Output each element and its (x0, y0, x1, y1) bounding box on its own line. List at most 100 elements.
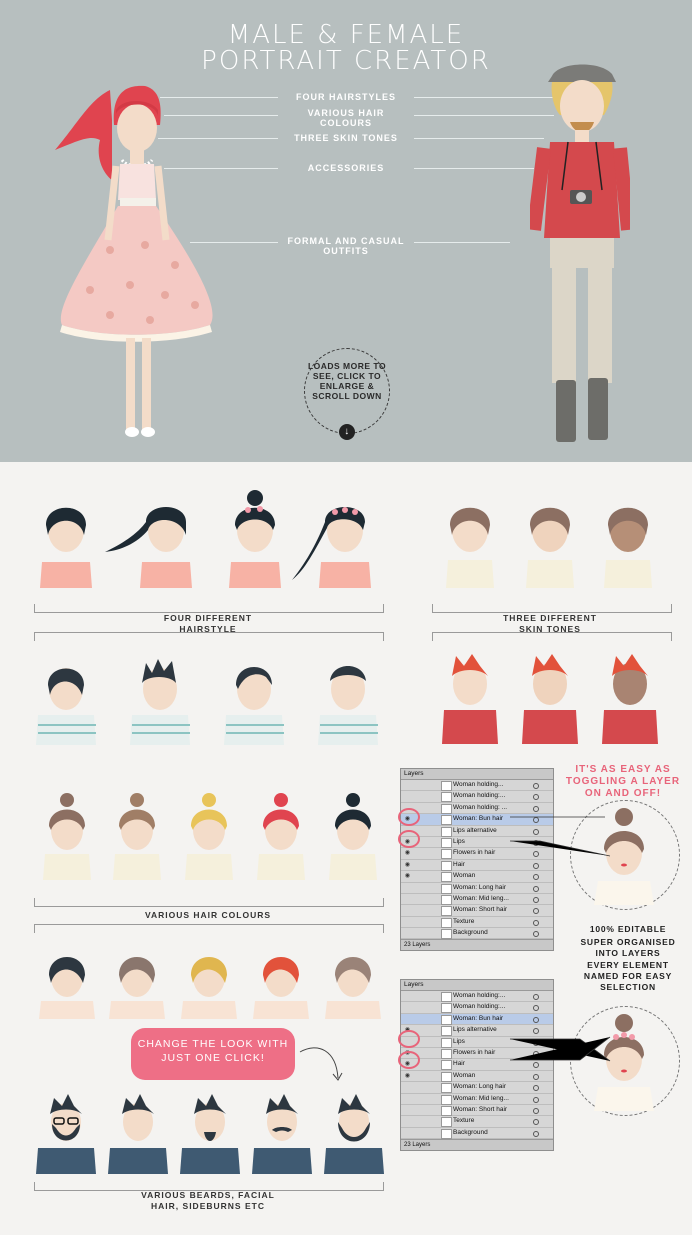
target-circle-icon[interactable] (533, 1005, 539, 1012)
layer-row[interactable]: Woman holding:... (401, 1002, 553, 1014)
layer-name: Flowers in hair (453, 849, 496, 857)
layer-thumbnail (441, 781, 452, 791)
highlight-ring (398, 1051, 420, 1069)
target-circle-icon[interactable] (533, 919, 539, 926)
layer-name: Woman (453, 1071, 476, 1079)
target-circle-icon[interactable] (533, 896, 539, 903)
visibility-eye-icon[interactable]: ◉ (403, 871, 412, 881)
layer-row[interactable]: Texture (401, 1116, 553, 1128)
visibility-eye-icon[interactable]: ◉ (403, 860, 412, 870)
layer-thumbnail (441, 883, 452, 894)
layer-thumbnail (441, 1014, 452, 1025)
layer-thumbnail (441, 1105, 452, 1116)
layer-name: Lips alternative (453, 1026, 497, 1034)
layer-row[interactable]: Woman: Short hair (401, 1105, 553, 1117)
scroll-down-icon[interactable]: ↓ (339, 424, 355, 440)
layers-panel-title: Layers (401, 980, 553, 991)
female-figure-illustration (55, 85, 213, 437)
layers-panel-2[interactable]: Layers Woman holding:... Woman holding:..… (400, 979, 554, 1152)
target-circle-icon[interactable] (533, 1085, 539, 1092)
layer-name: Texture (453, 917, 475, 925)
layer-name: Woman: Long hair (453, 1083, 506, 1091)
target-circle-icon[interactable] (533, 994, 539, 1000)
callout-line (414, 242, 510, 243)
note-organised: SUPER ORGANISED INTO LAYERS (580, 937, 676, 958)
loads-more-text: LOADS MORE TO SEE, CLICK TO ENLARGE & SC… (307, 361, 387, 401)
target-circle-icon[interactable] (533, 1073, 539, 1080)
target-circle-icon[interactable] (533, 885, 539, 892)
target-circle-icon[interactable] (533, 908, 539, 915)
layer-thumbnail (441, 803, 452, 814)
callout-hair-colours: VARIOUS HAIR COLOURS (307, 108, 385, 128)
layer-row[interactable]: Woman: Long hair (401, 1082, 553, 1094)
male-skin-tone-row (442, 654, 658, 744)
layer-row[interactable]: Background (401, 1128, 553, 1140)
layer-name: Woman holding:... (453, 792, 506, 800)
layer-thumbnail (441, 792, 452, 803)
label-beards: VARIOUS BEARDS, FACIAL HAIR, SIDEBURNS E… (141, 1190, 275, 1211)
target-circle-icon[interactable] (533, 1096, 539, 1103)
layer-row[interactable]: Woman holding... (401, 780, 553, 792)
layer-thumbnail (441, 1003, 452, 1014)
loads-more-badge[interactable]: LOADS MORE TO SEE, CLICK TO ENLARGE & SC… (304, 348, 390, 440)
layer-name: Texture (453, 1117, 475, 1125)
target-circle-icon[interactable] (533, 862, 539, 869)
layer-thumbnail (441, 894, 452, 905)
male-hairstyle-row (36, 659, 378, 745)
target-circle-icon[interactable] (533, 1130, 539, 1137)
bracket-divider (34, 924, 384, 933)
target-circle-icon[interactable] (533, 931, 539, 938)
target-circle-icon[interactable] (533, 1028, 539, 1035)
layer-name: Woman: Mid leng... (453, 1094, 509, 1102)
hair-colour-variants-row (43, 793, 377, 880)
target-circle-icon[interactable] (533, 794, 539, 801)
visibility-eye-icon[interactable]: ◉ (403, 1071, 412, 1081)
callout-outfits: FORMAL AND CASUAL OUTFITS (287, 236, 405, 256)
layer-row[interactable]: Woman: Mid leng... (401, 1094, 553, 1105)
layer-thumbnail (441, 815, 452, 826)
layer-row[interactable]: Woman: Long hair (401, 883, 553, 894)
layer-row[interactable]: Woman: Short hair (401, 905, 553, 917)
connector-lines (510, 1036, 611, 1062)
layers-count: 23 Layers (401, 939, 553, 951)
layer-name: Flowers in hair (453, 1048, 496, 1056)
layer-thumbnail (441, 837, 452, 848)
layer-row[interactable]: ◉ Hair (401, 860, 553, 872)
callout-accessories: ACCESSORIES (307, 163, 385, 173)
layer-name: Woman holding: ... (453, 803, 508, 811)
target-circle-icon[interactable] (533, 1107, 539, 1114)
layer-thumbnail (441, 992, 452, 1002)
layer-thumbnail (441, 1048, 452, 1059)
layer-row[interactable]: Woman holding:... (401, 991, 553, 1003)
layers-panel-title: Layers (401, 769, 553, 780)
layer-row[interactable]: Woman: Bun hair (401, 1013, 553, 1026)
note-editable: 100% EDITABLE (589, 924, 667, 934)
visibility-eye-icon[interactable]: ◉ (403, 848, 412, 858)
layer-thumbnail (441, 1060, 452, 1071)
layer-thumbnail (441, 1117, 452, 1128)
portrait-bun-hair (229, 490, 281, 588)
target-circle-icon[interactable] (533, 1119, 539, 1126)
target-circle-icon[interactable] (533, 783, 539, 789)
layer-name: Background (453, 929, 488, 937)
layer-name: Woman holding:... (453, 1003, 506, 1011)
layer-row[interactable]: Woman: Mid leng... (401, 894, 553, 906)
layer-name: Lips (453, 1037, 465, 1045)
curved-arrow-icon (299, 1047, 343, 1081)
target-circle-icon[interactable] (533, 1016, 539, 1023)
layer-row[interactable]: Woman holding:... (401, 791, 553, 803)
layer-row[interactable]: ◉ Woman (401, 1071, 553, 1083)
layer-name: Woman (453, 872, 476, 880)
skin-tone-variants-row (446, 507, 652, 588)
layer-row[interactable]: Texture (401, 917, 553, 929)
callout-skin-tones: THREE SKIN TONES (294, 133, 398, 143)
note-named: EVERY ELEMENT NAMED FOR EASY SELECTION (583, 960, 673, 992)
layer-thumbnail (441, 826, 452, 837)
layer-row[interactable]: Background (401, 928, 553, 940)
layer-name: Woman: Bun hair (453, 1014, 504, 1022)
target-circle-icon[interactable] (533, 874, 539, 881)
layer-thumbnail (441, 860, 452, 871)
layer-name: Woman holding:... (453, 992, 506, 999)
layer-row[interactable]: ◉ Woman (401, 871, 553, 883)
layer-thumbnail (441, 1026, 452, 1037)
